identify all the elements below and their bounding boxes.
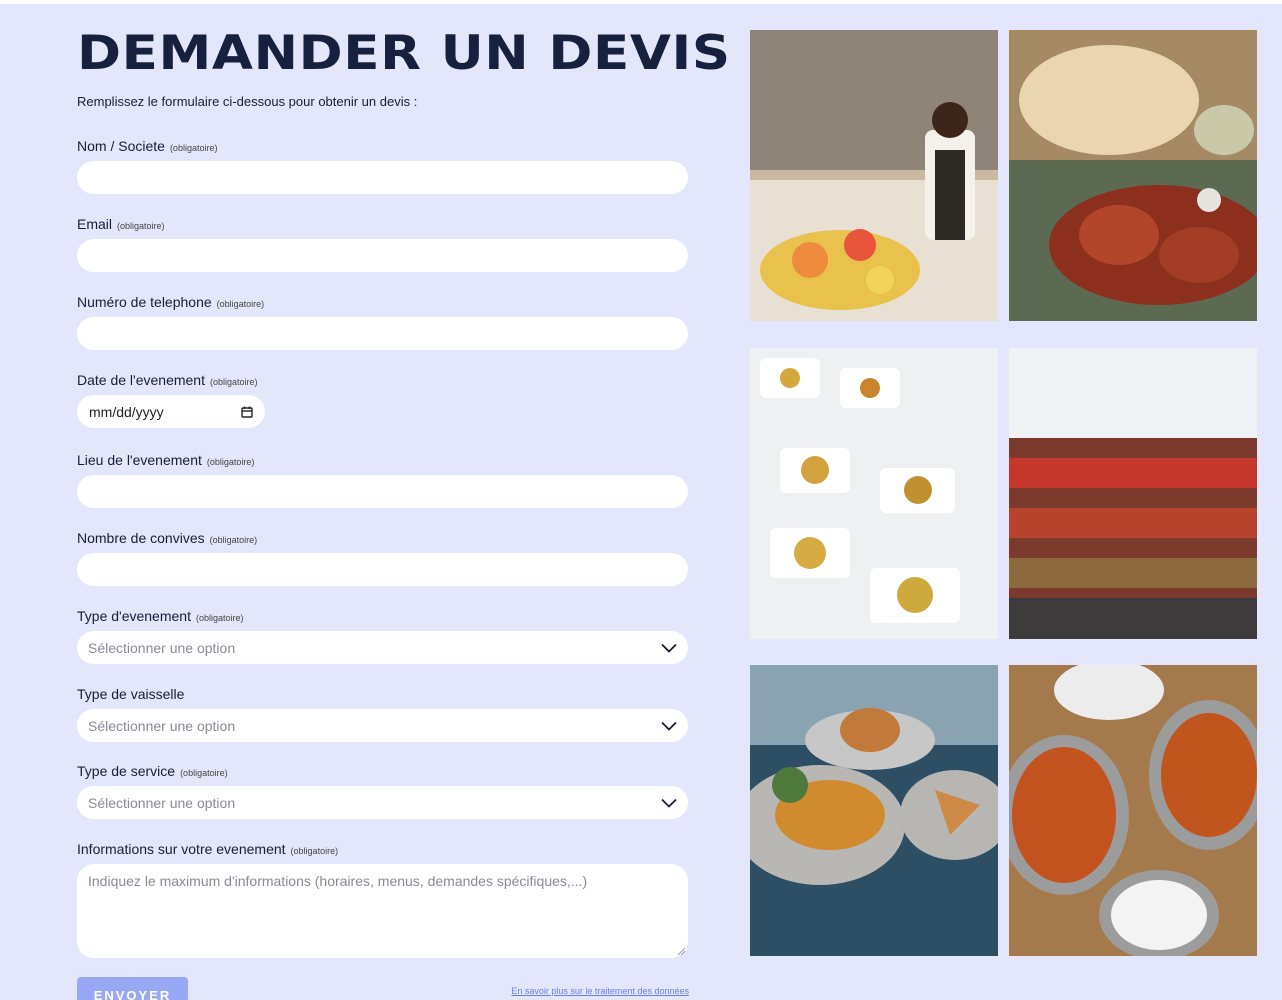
date-label-text: Date de l'evenement	[77, 372, 205, 388]
location-input[interactable]	[77, 475, 688, 508]
tableware-selected: Sélectionner une option	[88, 717, 236, 734]
required-tag: (obligatoire)	[209, 535, 258, 545]
photo-verrines	[1009, 348, 1257, 639]
required-tag: (obligatoire)	[169, 143, 218, 153]
phone-label-text: Numéro de telephone	[77, 294, 212, 310]
email-label-text: Email	[77, 216, 113, 232]
event-info-textarea[interactable]: Indiquez le maximum d'informations (hora…	[77, 864, 688, 958]
photo-naan-tandoori	[1009, 30, 1257, 321]
chevron-down-icon	[661, 721, 677, 731]
guests-label: Nombre de convives (obligatoire)	[77, 530, 257, 546]
guests-input[interactable]	[77, 553, 688, 586]
service-type-label: Type de service (obligatoire)	[77, 763, 228, 779]
calendar-icon[interactable]	[241, 406, 253, 418]
location-label: Lieu de l'evenement (obligatoire)	[77, 452, 254, 468]
required-tag: (obligatoire)	[290, 846, 339, 856]
name-label: Nom / Societe (obligatoire)	[77, 138, 217, 154]
event-type-select[interactable]: Sélectionner une option	[77, 631, 688, 664]
quote-form: DEMANDER UN DEVIS Remplissez le formulai…	[77, 28, 730, 1000]
email-input[interactable]	[77, 239, 688, 272]
event-info-label: Informations sur votre evenement (obligat…	[77, 841, 338, 857]
tableware-select[interactable]: Sélectionner une option	[77, 709, 688, 742]
photo-indian-plates	[750, 665, 998, 956]
name-label-text: Nom / Societe	[77, 138, 165, 154]
privacy-link[interactable]: En savoir plus sur le traitement des don…	[511, 986, 689, 996]
photo-plated-appetizers	[750, 348, 998, 639]
photo-waiter-table-setting	[750, 30, 998, 321]
photo-curry-bowls	[1009, 665, 1257, 956]
required-tag: (obligatoire)	[117, 221, 165, 231]
required-tag: (obligatoire)	[216, 299, 265, 309]
phone-label: Numéro de telephone (obligatoire)	[77, 294, 264, 310]
event-date-input[interactable]: mm/dd/yyyy	[77, 395, 265, 428]
page-title: DEMANDER UN DEVIS	[77, 26, 731, 81]
service-type-selected: Sélectionner une option	[88, 794, 236, 811]
required-tag: (obligatoire)	[209, 377, 258, 387]
required-tag: (obligatoire)	[180, 768, 228, 778]
phone-input[interactable]	[77, 317, 688, 350]
tableware-label-text: Type de vaisselle	[77, 686, 185, 702]
resize-grip-icon[interactable]	[678, 948, 685, 955]
event-info-placeholder: Indiquez le maximum d'informations (hora…	[88, 873, 588, 889]
date-label: Date de l'evenement (obligatoire)	[77, 372, 258, 388]
required-tag: (obligatoire)	[195, 613, 244, 623]
required-tag: (obligatoire)	[206, 457, 255, 467]
tableware-label: Type de vaisselle	[77, 686, 184, 702]
event-type-label: Type d'evenement (obligatoire)	[77, 608, 244, 624]
form-subtitle: Remplissez le formulaire ci-dessous pour…	[77, 94, 418, 109]
email-label: Email (obligatoire)	[77, 216, 165, 232]
chevron-down-icon	[661, 798, 677, 808]
submit-button[interactable]: ENVOYER	[77, 977, 188, 1000]
location-label-text: Lieu de l'evenement	[77, 452, 202, 468]
event-type-selected: Sélectionner une option	[88, 639, 236, 656]
date-placeholder: mm/dd/yyyy	[89, 403, 164, 420]
event-info-label-text: Informations sur votre evenement	[77, 841, 286, 857]
service-type-label-text: Type de service	[77, 763, 176, 779]
chevron-down-icon	[661, 643, 677, 653]
top-bar	[0, 0, 1282, 4]
guests-label-text: Nombre de convives	[77, 530, 205, 546]
service-type-select[interactable]: Sélectionner une option	[77, 786, 688, 819]
event-type-label-text: Type d'evenement	[77, 608, 191, 624]
name-input[interactable]	[77, 161, 688, 194]
